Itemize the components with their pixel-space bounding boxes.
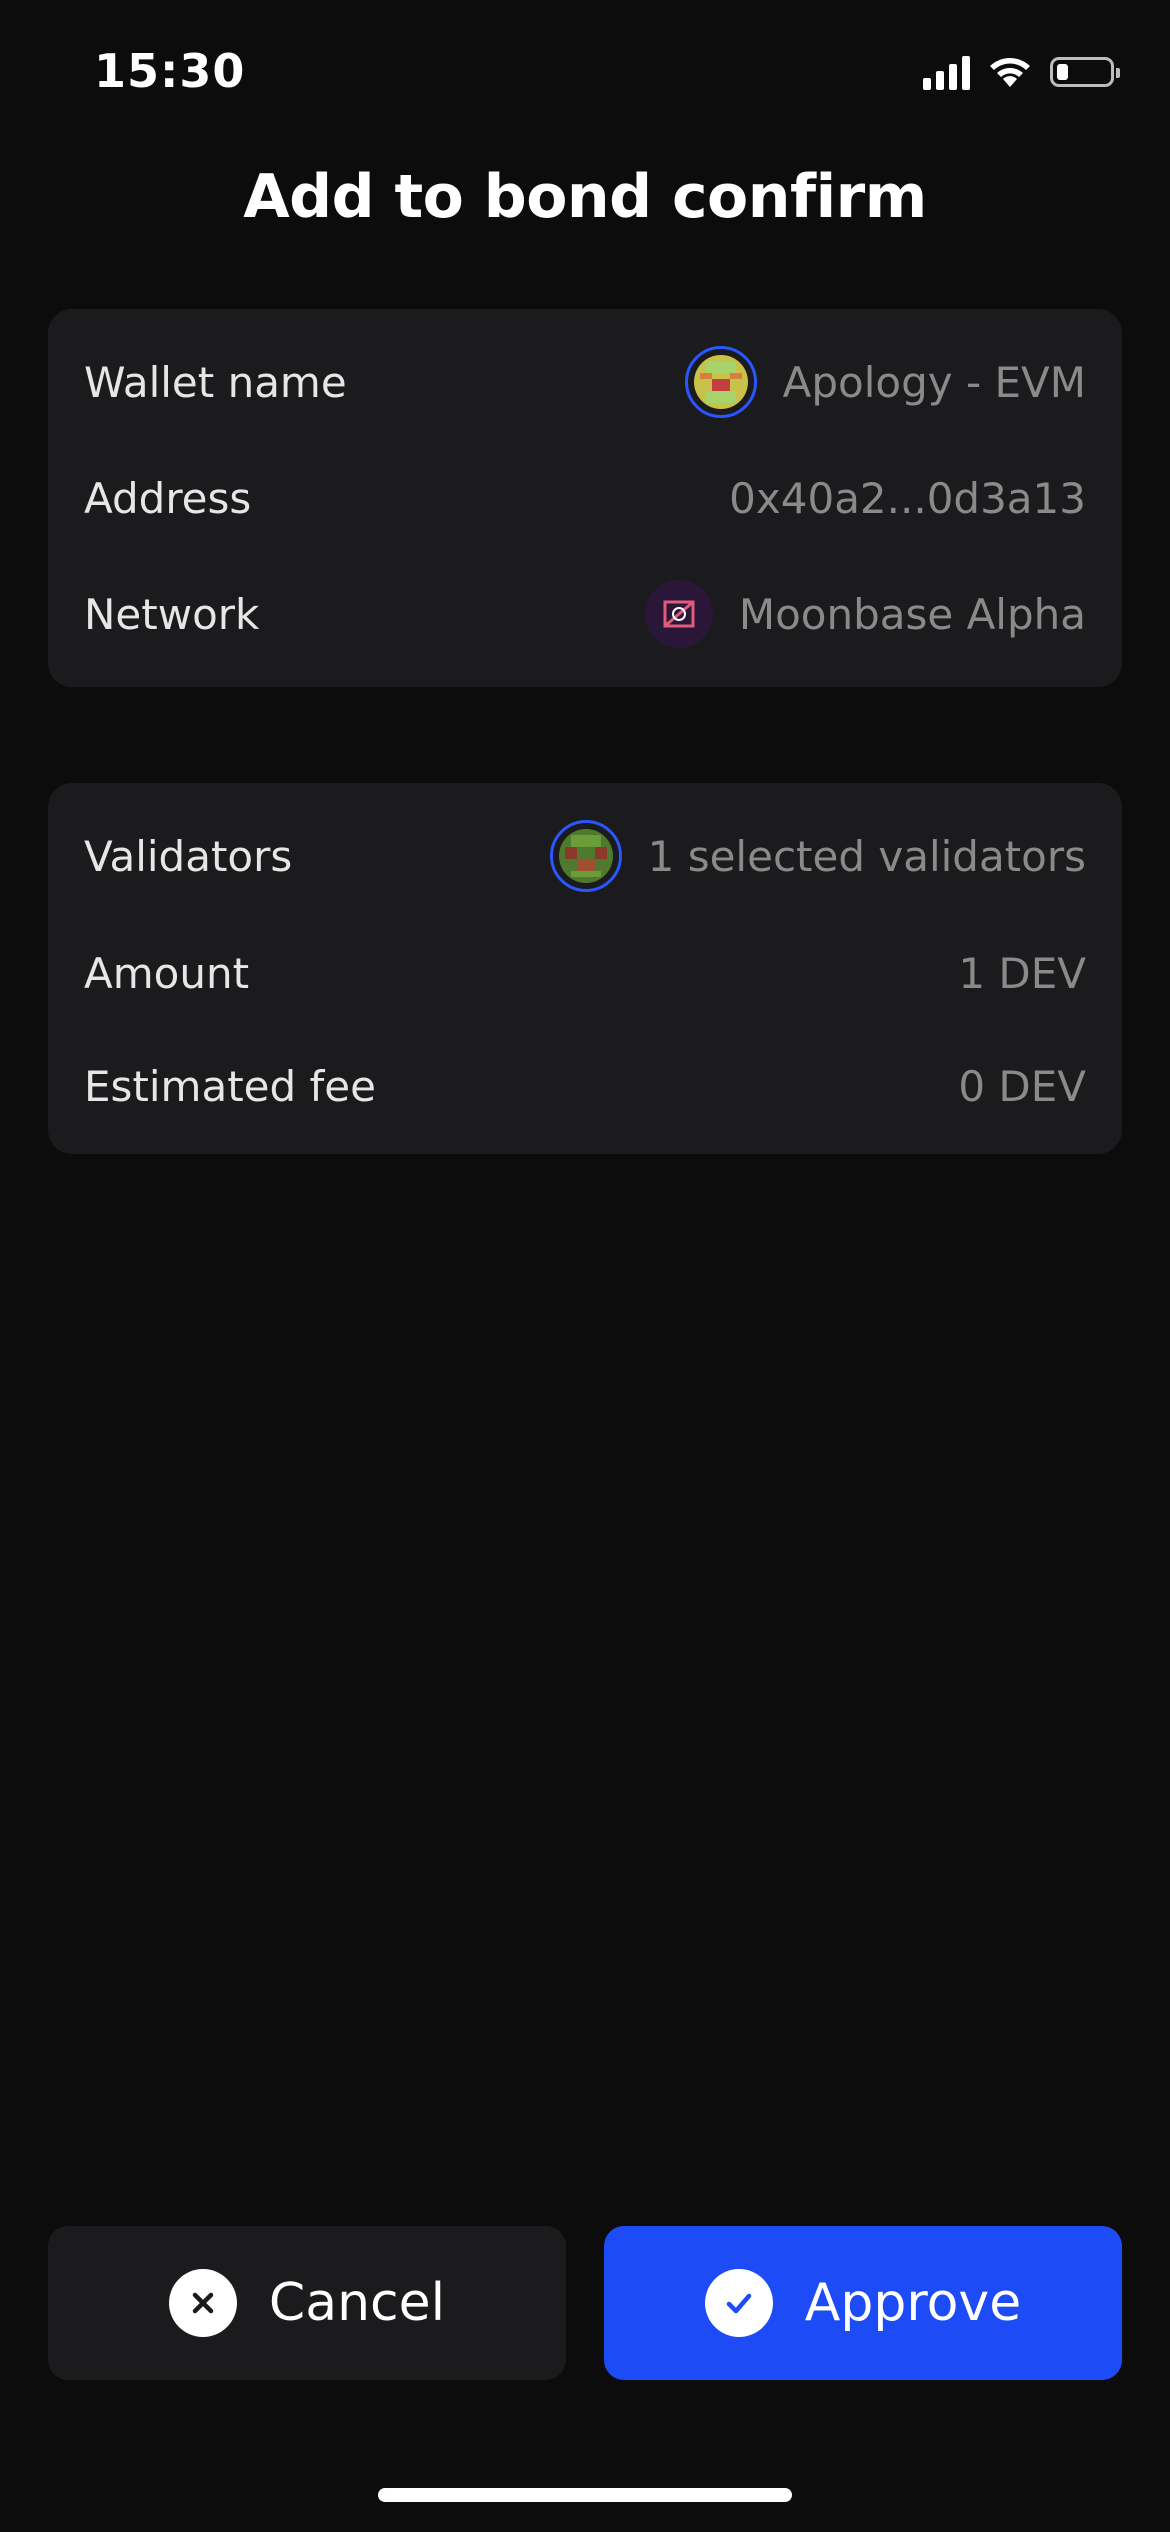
amount-value: 1 DEV xyxy=(958,948,1086,998)
cancel-button[interactable]: Cancel xyxy=(48,2226,566,2380)
wifi-icon xyxy=(990,58,1030,87)
status-time: 15:30 xyxy=(94,44,246,98)
validators-value: 1 selected validators xyxy=(647,831,1086,881)
network-row: Network Moonbase Alpha xyxy=(84,579,1086,649)
bond-details-card: Validators 1 selected validators Amount xyxy=(48,783,1122,1154)
checkmark-icon xyxy=(704,2269,773,2337)
estimated-fee-value: 0 DEV xyxy=(958,1061,1086,1111)
wallet-name-value: Apology - EVM xyxy=(782,357,1086,407)
address-label: Address xyxy=(84,473,252,523)
close-icon xyxy=(168,2269,237,2337)
network-value-group: Moonbase Alpha xyxy=(644,580,1086,648)
network-label: Network xyxy=(84,589,260,639)
address-value: 0x40a2...0d3a13 xyxy=(729,473,1086,523)
validators-label: Validators xyxy=(84,831,293,881)
moonbase-alpha-icon xyxy=(644,580,713,648)
wallet-avatar-icon xyxy=(684,346,757,418)
amount-row: Amount 1 DEV xyxy=(84,938,1086,1008)
status-bar: 15:30 xyxy=(0,0,1170,150)
wallet-name-row: Wallet name Apology - EVM xyxy=(84,346,1086,418)
wallet-name-value-group: Apology - EVM xyxy=(684,346,1086,418)
home-indicator[interactable] xyxy=(378,2488,792,2502)
estimated-fee-row: Estimated fee 0 DEV xyxy=(84,1051,1086,1121)
account-info-card: Wallet name Apology - EVM Address 0x40a2… xyxy=(48,309,1122,687)
validators-value-group: 1 selected validators xyxy=(549,820,1086,892)
validators-row[interactable]: Validators 1 selected validators xyxy=(84,820,1086,892)
amount-label: Amount xyxy=(84,948,250,998)
estimated-fee-label: Estimated fee xyxy=(84,1061,376,1111)
cellular-signal-icon xyxy=(923,54,970,90)
status-icons xyxy=(923,54,1120,90)
approve-button[interactable]: Approve xyxy=(604,2226,1122,2380)
cancel-button-label: Cancel xyxy=(268,2273,446,2333)
address-row: Address 0x40a2...0d3a13 xyxy=(84,463,1086,533)
page-title: Add to bond confirm xyxy=(243,162,927,232)
network-value: Moonbase Alpha xyxy=(738,589,1086,639)
validator-avatar-icon xyxy=(549,820,622,892)
wallet-name-label: Wallet name xyxy=(84,357,347,407)
battery-icon xyxy=(1050,57,1120,87)
approve-button-label: Approve xyxy=(804,2273,1022,2333)
